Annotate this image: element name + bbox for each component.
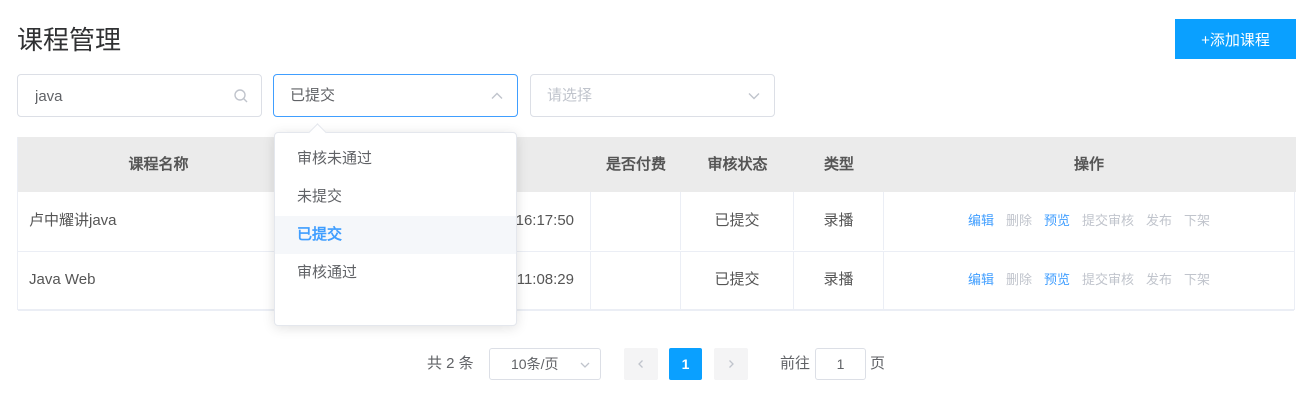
chevron-right-icon — [729, 360, 734, 368]
submit-review-link[interactable]: 提交审核 — [1082, 192, 1134, 250]
add-course-button[interactable]: +添加课程 — [1175, 19, 1296, 59]
delete-link[interactable]: 删除 — [1006, 192, 1032, 250]
status-select-value: 已提交 — [290, 87, 336, 104]
dropdown-option-approved[interactable]: 审核通过 — [275, 254, 516, 292]
chevron-left-icon — [638, 360, 643, 368]
search-input[interactable] — [33, 75, 237, 118]
type-select[interactable]: 请选择 — [530, 74, 775, 117]
delete-link[interactable]: 删除 — [1006, 251, 1032, 309]
prev-page-button[interactable] — [624, 348, 658, 380]
pagination: 共 2 条 10条/页 1 前往 页 — [0, 348, 1310, 380]
edit-link[interactable]: 编辑 — [968, 251, 994, 309]
cell-type: 录播 — [794, 192, 884, 250]
column-header: 是否付费 — [605, 156, 666, 173]
cell-status: 已提交 — [681, 192, 794, 250]
unpublish-link[interactable]: 下架 — [1184, 251, 1210, 309]
cell-status: 已提交 — [681, 251, 794, 309]
page-number-current[interactable]: 1 — [669, 348, 702, 380]
pagination-total: 共 2 条 — [427, 355, 474, 372]
goto-page-input[interactable] — [815, 348, 866, 380]
course-table: 课程名称 间 是否付费 审核状态 类型 操作 卢中耀讲java 16:17:50… — [17, 137, 1296, 311]
type-select-placeholder: 请选择 — [547, 87, 593, 104]
preview-link[interactable]: 预览 — [1044, 251, 1070, 309]
course-name: Java Web — [18, 251, 299, 309]
publish-link[interactable]: 发布 — [1146, 251, 1172, 309]
column-header: 审核状态 — [707, 156, 768, 173]
search-field[interactable] — [17, 74, 262, 118]
table-row: 卢中耀讲java 16:17:50 已提交 录播 编辑 删除 预览 提交审核 发… — [18, 192, 1294, 252]
chevron-up-icon — [489, 88, 505, 104]
goto-suffix: 页 — [870, 355, 886, 372]
publish-link[interactable]: 发布 — [1146, 192, 1172, 250]
next-page-button[interactable] — [714, 348, 748, 380]
chevron-down-icon — [746, 88, 762, 104]
cell-actions: 编辑 删除 预览 提交审核 发布 下架 — [884, 192, 1294, 250]
preview-link[interactable]: 预览 — [1044, 192, 1070, 250]
status-select[interactable]: 已提交 — [273, 74, 518, 117]
dropdown-option-submitted[interactable]: 已提交 — [275, 216, 516, 254]
dropdown-arrow — [308, 123, 327, 142]
search-icon[interactable] — [233, 88, 249, 104]
dropdown-option-not-submitted[interactable]: 未提交 — [275, 178, 516, 216]
edit-link[interactable]: 编辑 — [968, 192, 994, 250]
column-header: 课程名称 — [128, 156, 189, 173]
page-size-value: 10条/页 — [511, 356, 559, 372]
page-title: 课程管理 — [17, 25, 122, 55]
cell-paid — [591, 251, 681, 309]
status-dropdown: 审核未通过 未提交 已提交 审核通过 — [274, 123, 517, 326]
cell-paid — [591, 192, 681, 250]
table-header: 课程名称 间 是否付费 审核状态 类型 操作 — [18, 137, 1296, 192]
goto-label: 前往 — [780, 355, 811, 372]
cell-actions: 编辑 删除 预览 提交审核 发布 下架 — [884, 251, 1294, 309]
page-size-select[interactable]: 10条/页 — [489, 348, 601, 380]
unpublish-link[interactable]: 下架 — [1184, 192, 1210, 250]
table-row: Java Web 11:08:29 已提交 录播 编辑 删除 预览 提交审核 发… — [18, 251, 1294, 311]
chevron-down-icon — [579, 358, 591, 370]
course-name: 卢中耀讲java — [18, 192, 299, 250]
cell-type: 录播 — [794, 251, 884, 309]
submit-review-link[interactable]: 提交审核 — [1082, 251, 1134, 309]
column-header: 操作 — [1073, 156, 1104, 173]
column-header: 类型 — [823, 156, 854, 173]
dropdown-option-rejected[interactable]: 审核未通过 — [275, 140, 516, 178]
